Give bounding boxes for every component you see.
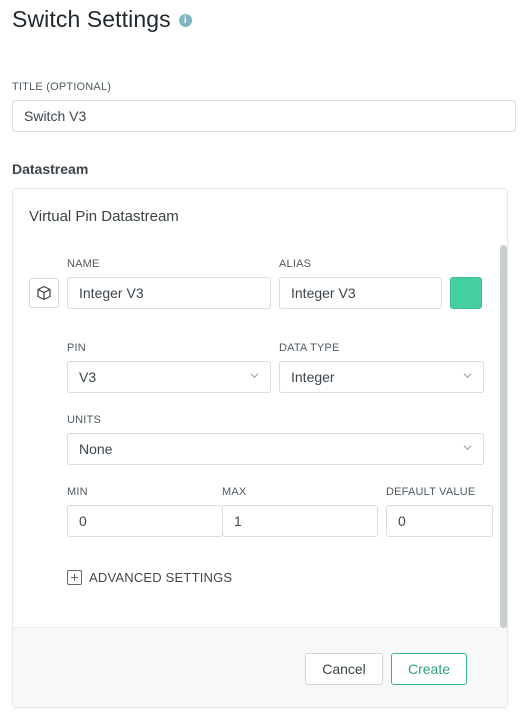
advanced-settings-toggle[interactable]: ADVANCED SETTINGS xyxy=(67,570,232,585)
min-input[interactable]: 0 xyxy=(67,505,223,537)
plus-icon xyxy=(67,570,82,585)
color-picker-swatch[interactable] xyxy=(450,277,482,309)
default-value-input[interactable]: 0 xyxy=(386,505,493,537)
chevron-down-icon xyxy=(250,373,259,379)
data-type-label: DATA TYPE xyxy=(279,342,340,354)
chevron-down-icon xyxy=(463,445,472,451)
default-value-label: DEFAULT VALUE xyxy=(386,486,476,498)
page-title: Switch Settings xyxy=(12,6,171,32)
cube-icon xyxy=(37,285,51,301)
create-button[interactable]: Create xyxy=(391,653,467,685)
pin-select-value: V3 xyxy=(79,369,97,385)
pin-select[interactable]: V3 xyxy=(67,361,271,393)
units-select[interactable]: None xyxy=(67,433,484,465)
chevron-down-icon xyxy=(463,373,472,379)
max-label: MAX xyxy=(222,486,247,498)
units-select-value: None xyxy=(79,441,113,457)
advanced-settings-label: ADVANCED SETTINGS xyxy=(89,570,233,585)
datastream-icon-button[interactable] xyxy=(29,278,59,308)
datastream-heading: Datastream xyxy=(12,161,89,177)
page-header: Switch Settings i xyxy=(12,6,192,33)
max-input[interactable]: 1 xyxy=(222,505,378,537)
info-icon[interactable]: i xyxy=(178,14,192,27)
cancel-button[interactable]: Cancel xyxy=(305,653,383,685)
data-type-select-value: Integer xyxy=(291,369,335,385)
pin-label: PIN xyxy=(67,342,86,354)
data-type-select[interactable]: Integer xyxy=(279,361,484,393)
name-label: NAME xyxy=(67,258,100,270)
scrollbar[interactable] xyxy=(500,245,507,628)
min-label: MIN xyxy=(67,486,88,498)
alias-input[interactable]: Integer V3 xyxy=(279,277,442,309)
alias-label: ALIAS xyxy=(279,258,312,270)
title-field-label: TITLE (OPTIONAL) xyxy=(12,81,112,93)
datastream-card-title: Virtual Pin Datastream xyxy=(29,208,179,225)
name-input[interactable]: Integer V3 xyxy=(67,277,271,309)
units-label: UNITS xyxy=(67,414,101,426)
title-input[interactable]: Switch V3 xyxy=(12,100,516,132)
